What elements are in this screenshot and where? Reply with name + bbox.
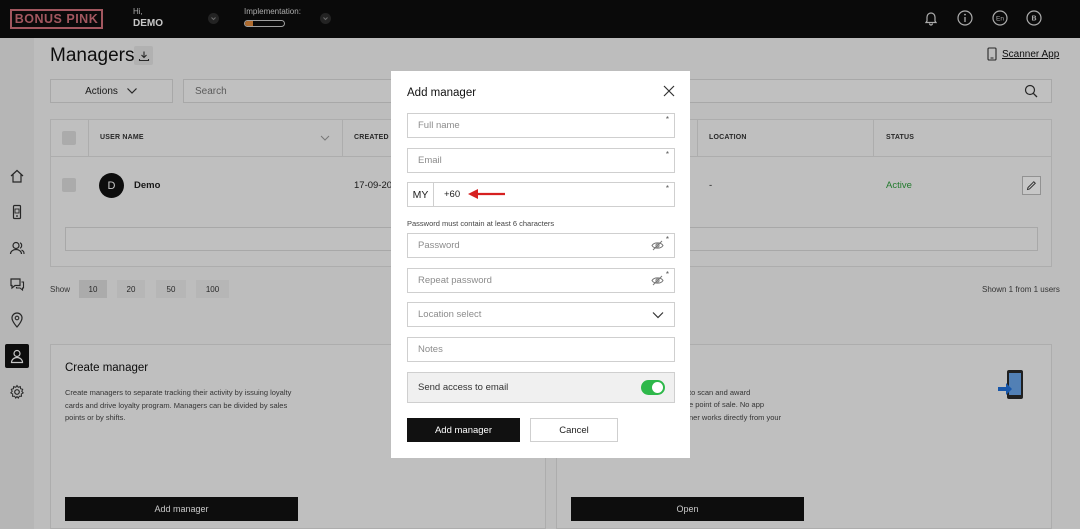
add-manager-modal: Add manager * * MY * Password must conta… [391,71,690,458]
required-mark: * [665,150,669,159]
password-input[interactable] [408,234,674,257]
email-field[interactable]: * [407,148,675,173]
eye-off-icon[interactable] [651,240,664,251]
password-field[interactable]: * [407,233,675,258]
repeat-password-field[interactable]: * [407,268,675,293]
phone-country-code[interactable]: MY [408,183,434,206]
repeat-password-input[interactable] [408,269,674,292]
location-select-input[interactable] [408,303,674,326]
location-select[interactable] [407,302,675,327]
eye-off-icon[interactable] [651,275,664,286]
modal-title: Add manager [407,87,477,99]
phone-field[interactable]: MY * [407,182,675,207]
required-mark: * [665,115,669,124]
required-mark: * [665,235,669,244]
cancel-button[interactable]: Cancel [530,418,618,442]
password-hint: Password must contain at least 6 charact… [407,219,555,228]
required-mark: * [665,270,669,279]
full-name-field[interactable]: * [407,113,675,138]
required-mark: * [665,184,669,193]
notes-field[interactable] [407,337,675,362]
full-name-input[interactable] [408,114,674,137]
add-manager-button[interactable]: Add manager [407,418,520,442]
send-access-toggle[interactable] [641,380,665,395]
red-arrow-icon [468,189,505,199]
chevron-down-icon [652,312,664,319]
send-access-label: Send access to email [418,382,509,393]
send-access-row: Send access to email [407,372,675,403]
close-icon[interactable] [662,84,676,98]
email-input[interactable] [408,149,674,172]
notes-input[interactable] [408,338,674,361]
